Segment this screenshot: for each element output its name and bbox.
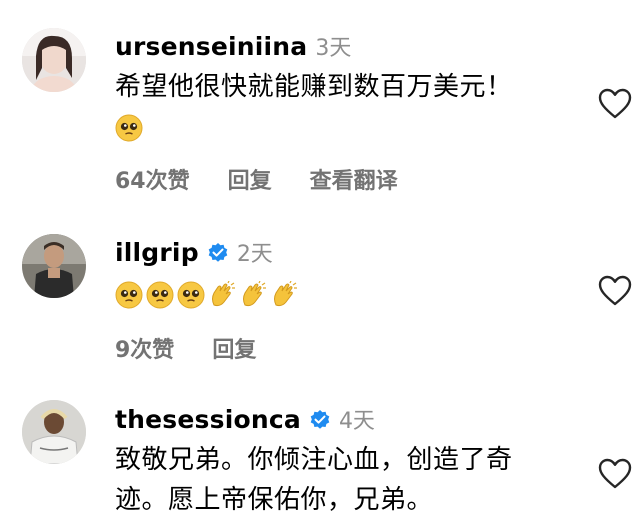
like-count[interactable]: 64次赞 [115,169,190,194]
comment-text: 希望他很快就能赚到数百万美元！ [115,72,513,102]
comment-text-line: 致敬兄弟。你倾注心血，创造了奇 [115,445,513,475]
avatar[interactable] [22,234,86,298]
heart-outline-icon[interactable] [598,88,632,120]
pleading-face-emoji [177,281,205,308]
translate-button[interactable]: 查看翻译 [310,169,398,194]
comment-username[interactable]: ursenseiniina [115,32,307,61]
avatar-image [22,28,86,92]
heart-outline-icon[interactable] [598,458,632,490]
reply-button[interactable]: 回复 [212,338,256,363]
avatar[interactable] [22,28,86,92]
comment-time[interactable]: 3天 [315,36,351,61]
comment-username[interactable]: illgrip [115,238,199,267]
comment-actions: 64次赞 回复 查看翻译 [115,163,572,195]
comment-username[interactable]: thesessionca [115,405,301,434]
clapping-hands-emoji [212,280,235,306]
avatar-image [22,234,86,298]
clapping-hands-emoji [243,280,266,306]
like-count[interactable]: 9次赞 [115,338,174,363]
comment-time[interactable]: 4天 [339,409,375,434]
verified-badge-icon [310,410,330,429]
pleading-face-emoji [115,281,143,308]
verified-badge-icon [208,243,228,262]
heart-outline-icon[interactable] [598,275,632,307]
pleading-face-emoji [146,281,174,308]
comment-text-line: 迹。愿上帝保佑你，兄弟。 [115,485,434,515]
comment-actions: 9次赞 回复 [115,332,572,364]
avatar-image [22,400,86,464]
comment-emojis [115,276,572,312]
comment-time[interactable]: 2天 [237,242,273,267]
clapping-hands-emoji [274,280,297,306]
reply-button[interactable]: 回复 [228,169,272,194]
comment-emojis [115,109,572,145]
avatar[interactable] [22,400,86,464]
pleading-face-emoji [115,114,143,141]
